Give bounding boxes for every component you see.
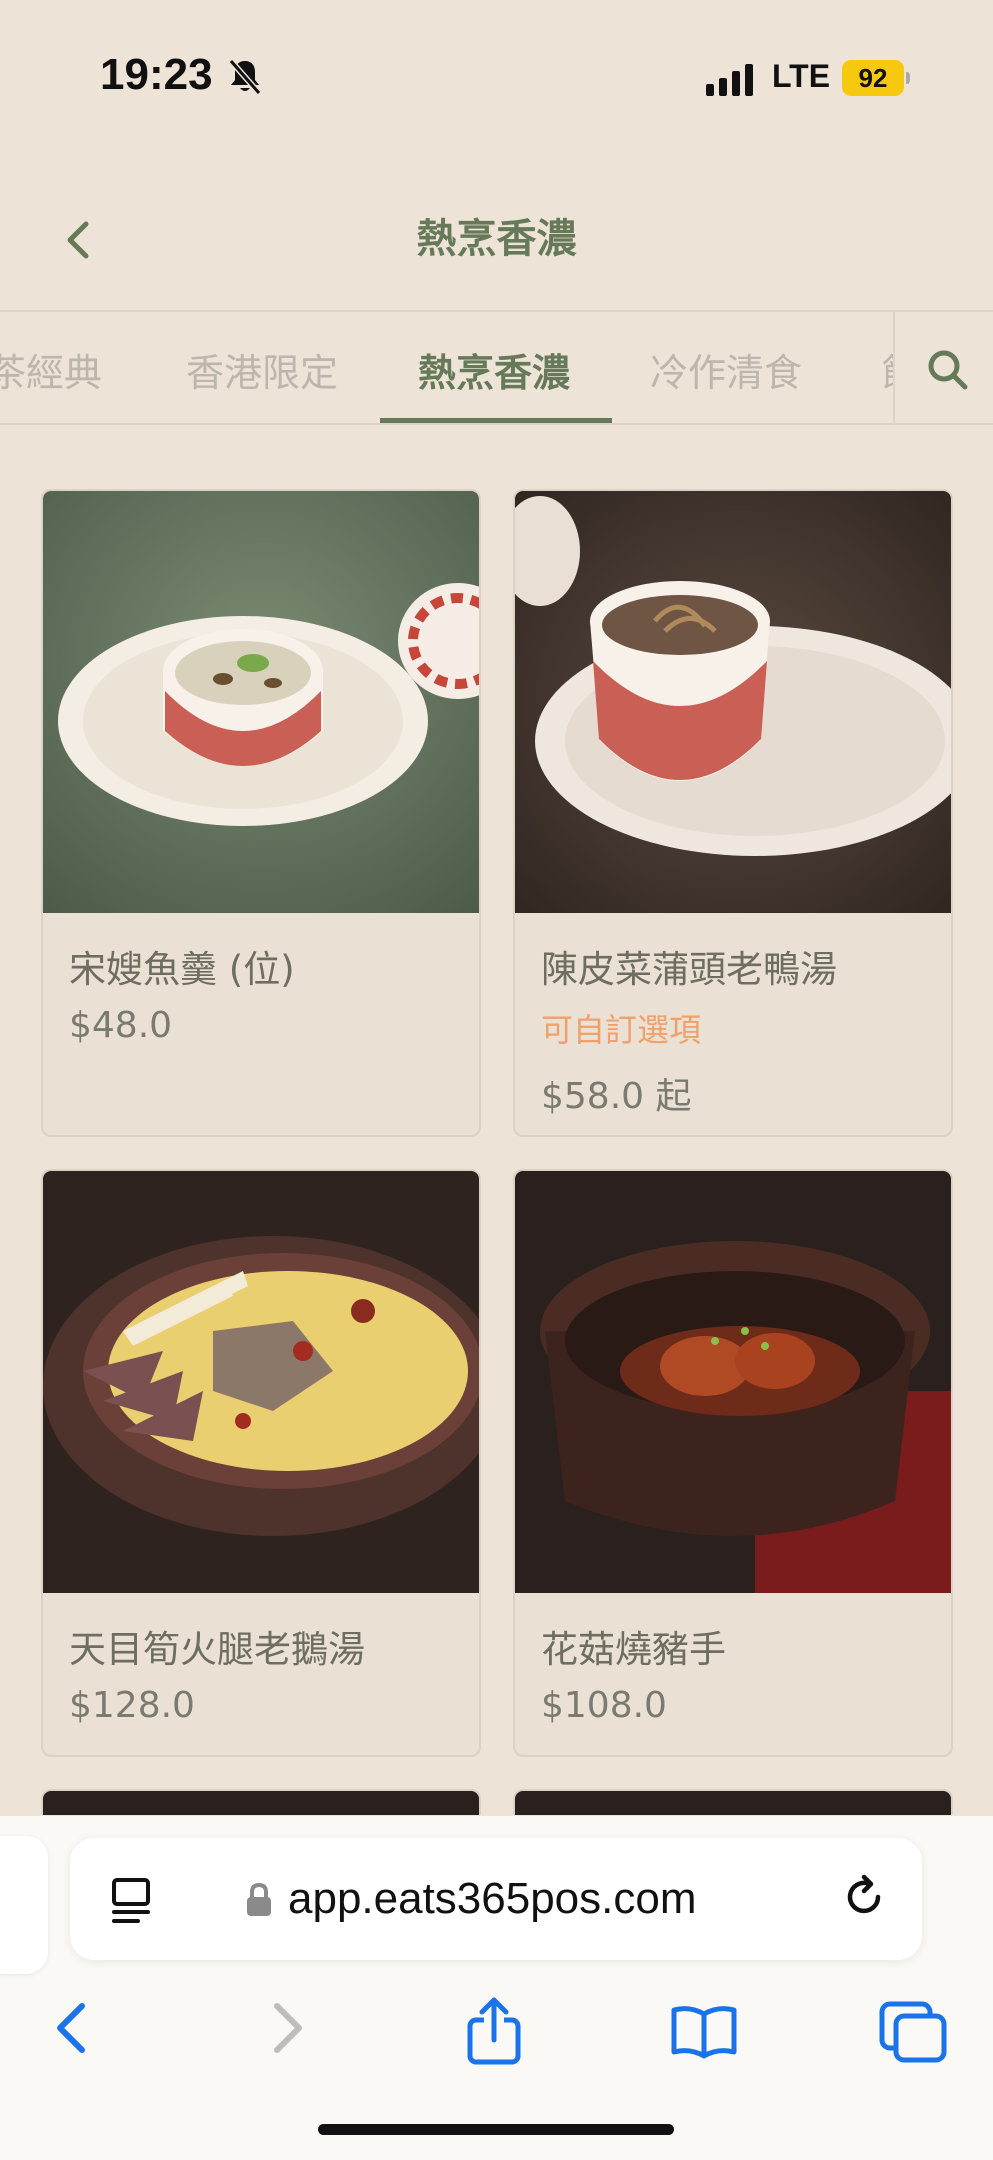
reader-mode-icon[interactable] — [108, 1876, 158, 1930]
active-tab-indicator — [380, 418, 612, 423]
network-type: LTE — [772, 58, 831, 94]
menu-item-name: 陳皮菜蒲頭老鴨湯 — [541, 948, 837, 991]
category-tabs: 茶經典 香港限定 熱烹香濃 冷作清食 飯 — [0, 310, 993, 425]
chevron-right-icon — [274, 2003, 302, 2053]
tab-category-1[interactable]: 茶經典 — [0, 342, 102, 397]
dish-photo — [515, 1171, 951, 1593]
menu-item-price: $58.0 起 — [541, 1076, 692, 1117]
menu-item-name: 宋嫂魚羹 (位) — [69, 948, 295, 991]
reload-icon[interactable] — [840, 1872, 890, 1926]
page-header: 熱烹香濃 — [0, 160, 993, 310]
browser-back-button[interactable] — [50, 1996, 94, 2064]
battery-indicator: 92 — [842, 60, 904, 96]
share-button[interactable] — [464, 1996, 524, 2070]
previous-tab-peek[interactable] — [0, 1836, 48, 1974]
search-icon — [928, 350, 968, 390]
lock-icon — [244, 1882, 274, 1922]
browser-forward-button[interactable] — [265, 1996, 309, 2064]
menu-item-card[interactable]: 陳皮菜蒲頭老鴨湯 可自訂選項 $58.0 起 — [513, 489, 953, 1137]
browser-nav-row — [0, 1986, 993, 2076]
status-bar: 19:23 LTE 92 — [0, 0, 993, 160]
tabs-button[interactable] — [878, 2000, 948, 2068]
menu-item-name: 天目筍火腿老鵝湯 — [69, 1628, 365, 1671]
url-text: app.eats365pos.com — [288, 1874, 697, 1923]
search-button[interactable] — [893, 312, 993, 423]
menu-item-price: $108.0 — [541, 1685, 667, 1726]
customizable-tag: 可自訂選項 — [541, 1011, 702, 1049]
address-bar[interactable]: app.eats365pos.com — [70, 1838, 922, 1960]
bell-muted-icon — [228, 58, 262, 100]
dish-photo — [43, 1171, 479, 1593]
cellular-signal-icon — [706, 62, 753, 96]
bookmarks-button[interactable] — [668, 2004, 740, 2064]
home-indicator — [318, 2124, 674, 2135]
menu-item-name: 花菇燒豬手 — [541, 1628, 726, 1671]
battery-tip — [906, 72, 910, 84]
dish-photo — [515, 491, 951, 913]
status-time: 19:23 — [100, 50, 213, 99]
menu-item-card[interactable]: 天目筍火腿老鵝湯 $128.0 — [41, 1169, 481, 1757]
share-icon — [467, 1997, 521, 2065]
menu-item-card[interactable]: 花菇燒豬手 $108.0 — [513, 1169, 953, 1757]
tabs-icon — [879, 2001, 947, 2063]
page-title: 熱烹香濃 — [416, 216, 577, 262]
tab-category-4[interactable]: 冷作清食 — [650, 342, 802, 397]
menu-item-price: $48.0 — [69, 1005, 173, 1046]
tab-category-3[interactable]: 熱烹香濃 — [418, 342, 570, 397]
browser-toolbar: app.eats365pos.com — [0, 1815, 993, 2160]
dish-photo — [43, 491, 479, 913]
chevron-left-icon — [57, 2003, 85, 2053]
tab-category-2[interactable]: 香港限定 — [186, 342, 338, 397]
menu-item-card[interactable]: 宋嫂魚羹 (位) $48.0 — [41, 489, 481, 1137]
book-icon — [671, 2006, 737, 2059]
menu-item-price: $128.0 — [69, 1685, 195, 1726]
